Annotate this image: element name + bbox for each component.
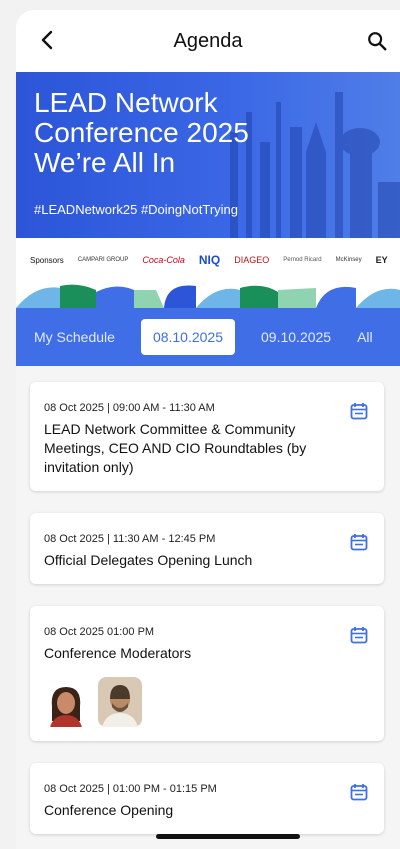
back-arrow-icon[interactable]: [36, 28, 60, 52]
sponsors-strip: Sponsors CAMPARI GROUP Coca-Cola NIQ DIA…: [16, 238, 400, 282]
session-card[interactable]: 08 Oct 2025 | 01:00 PM - 01:15 PM Confer…: [30, 763, 384, 834]
session-title: Conference Opening: [44, 802, 174, 818]
session-title: Conference Moderators: [44, 645, 192, 661]
tab-all[interactable]: All: [357, 329, 373, 345]
page-title: Agenda: [173, 29, 243, 52]
date-tabs: My Schedule 08.10.2025 09.10.2025 All: [16, 308, 400, 366]
banner-title-line1: LEAD Network: [34, 87, 218, 118]
banner-title: LEAD Network Conference 2025 We’re All I…: [34, 88, 249, 178]
add-to-calendar-icon[interactable]: [350, 783, 368, 801]
decorative-pattern: [16, 282, 400, 308]
sponsor-logo-pernod: Pernod Ricard: [283, 257, 322, 263]
session-title: Official Delegates Opening Lunch: [44, 552, 253, 568]
session-title: LEAD Network Committee & Community Meeti…: [44, 421, 307, 475]
moderator-avatar[interactable]: [44, 677, 88, 727]
app-screen: Agenda LEAD Network Conference 2025 We’r…: [16, 10, 400, 849]
sponsor-logo-cocacola: Coca-Cola: [142, 255, 185, 265]
banner-title-line3: We’re All In: [34, 147, 176, 178]
banner-title-line2: Conference 2025: [34, 117, 249, 148]
tab-my-schedule[interactable]: My Schedule: [34, 329, 115, 345]
search-icon[interactable]: [366, 30, 388, 52]
conference-banner: LEAD Network Conference 2025 We’re All I…: [16, 72, 400, 238]
sponsors-label: Sponsors: [30, 255, 64, 265]
top-bar: Agenda: [16, 10, 400, 72]
session-list: 08 Oct 2025 | 09:00 AM - 11:30 AM LEAD N…: [16, 366, 400, 834]
moderator-avatar[interactable]: [98, 677, 142, 727]
session-time: 08 Oct 2025 | 11:30 AM - 12:45 PM: [44, 533, 216, 545]
session-card[interactable]: 08 Oct 2025 | 11:30 AM - 12:45 PM Offici…: [30, 513, 384, 584]
home-indicator[interactable]: [156, 834, 300, 839]
moderator-avatars: [44, 677, 344, 727]
sponsor-logo-mckinsey: McKinsey: [335, 257, 362, 263]
sponsor-logo-niq: NIQ: [198, 253, 221, 267]
session-card[interactable]: 08 Oct 2025 | 09:00 AM - 11:30 AM LEAD N…: [30, 382, 384, 491]
banner-hashtags: #LEADNetwork25 #DoingNotTrying: [34, 202, 239, 217]
add-to-calendar-icon[interactable]: [350, 626, 368, 644]
wave-pattern-graphic: [16, 282, 400, 308]
session-card[interactable]: 08 Oct 2025 01:00 PM Conference Moderato…: [30, 606, 384, 741]
add-to-calendar-icon[interactable]: [350, 533, 368, 551]
session-time: 08 Oct 2025 01:00 PM: [44, 626, 155, 638]
sponsor-logo-diageo: DIAGEO: [234, 255, 270, 265]
session-time: 08 Oct 2025 | 09:00 AM - 11:30 AM: [44, 402, 215, 414]
sponsor-logo-ey: EY: [375, 255, 388, 265]
sponsor-logo-campari: CAMPARI GROUP: [77, 256, 129, 263]
session-time: 08 Oct 2025 | 01:00 PM - 01:15 PM: [44, 783, 217, 795]
add-to-calendar-icon[interactable]: [350, 402, 368, 420]
tab-09-10-2025[interactable]: 09.10.2025: [261, 329, 331, 345]
tab-08-10-2025[interactable]: 08.10.2025: [140, 319, 236, 355]
